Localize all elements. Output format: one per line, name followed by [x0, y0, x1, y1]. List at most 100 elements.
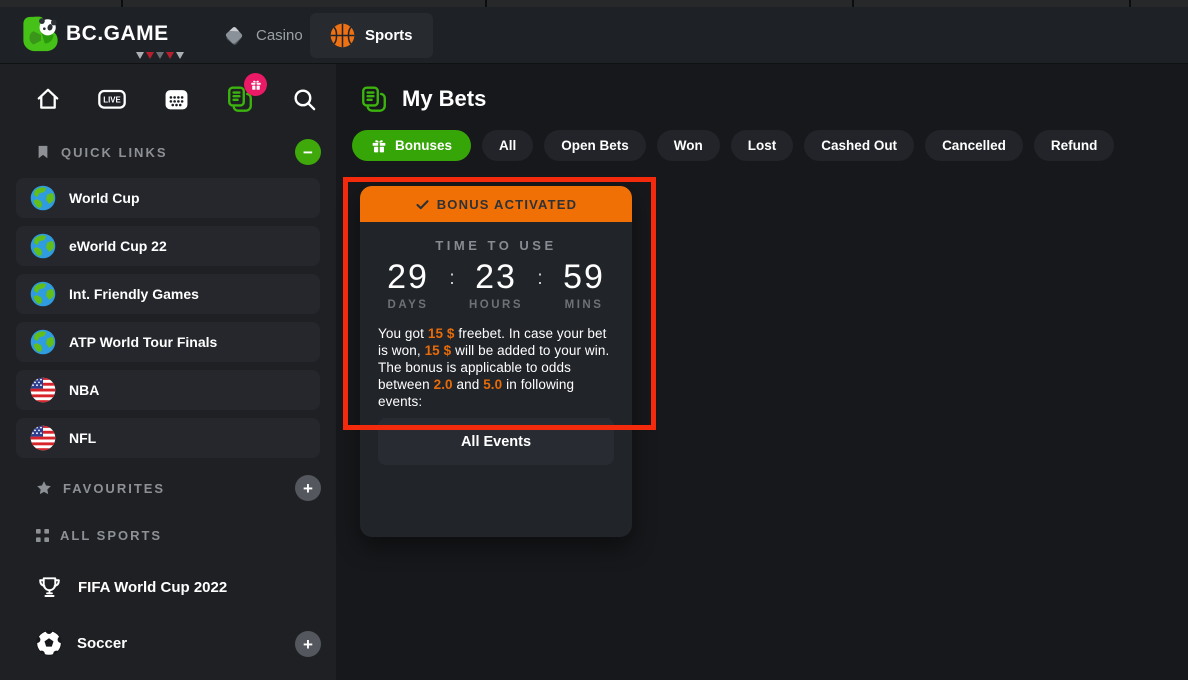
filter-won[interactable]: Won [657, 130, 720, 161]
filter-bonuses[interactable]: Bonuses [352, 130, 471, 161]
all-sports-header: ALL SPORTS [36, 528, 321, 543]
all-events-button[interactable]: All Events [378, 418, 614, 465]
sidebar-item-label: Soccer [77, 635, 127, 652]
tab-separator [1129, 0, 1131, 7]
filter-label: Won [674, 138, 703, 153]
quick-link-int-friendly-games[interactable]: Int. Friendly Games [16, 274, 320, 314]
quick-links-header: QUICK LINKS [36, 144, 321, 160]
brand-logo[interactable]: BC.GAME [20, 14, 169, 54]
filter-label: All [499, 138, 516, 153]
add-favourite-button[interactable]: + [295, 475, 321, 501]
live-icon[interactable]: LIVE [98, 82, 126, 116]
quick-link-nfl[interactable]: NFL [16, 418, 320, 458]
browser-tab-strip [0, 0, 1188, 7]
tab-sports-label: Sports [365, 27, 413, 44]
home-icon[interactable] [34, 82, 62, 116]
filter-cancelled[interactable]: Cancelled [925, 130, 1023, 161]
expand-soccer-button[interactable]: + [295, 631, 321, 657]
countdown-separator: : [443, 268, 461, 290]
sidebar-item-label: FIFA World Cup 2022 [78, 579, 227, 596]
tab-casino[interactable]: Casino [222, 7, 303, 64]
page-title: My Bets [402, 86, 486, 112]
my-bets-icon [360, 85, 388, 113]
countdown-mins-value: 59 [549, 260, 619, 296]
plus-icon: + [303, 636, 313, 653]
filter-open-bets[interactable]: Open Bets [544, 130, 646, 161]
quick-link-world-cup[interactable]: World Cup [16, 178, 320, 218]
quick-link-nba[interactable]: NBA [16, 370, 320, 410]
countdown-days: 29 DAYS [373, 260, 443, 311]
brand-name: BC.GAME [66, 22, 169, 46]
quick-links-list: World Cup eWorld Cup 22 Int. Friendly Ga… [16, 178, 320, 458]
bonus-description: You got 15 $ freebet. In case your bet i… [378, 325, 614, 410]
tab-separator [485, 0, 487, 7]
globe-icon [30, 281, 56, 307]
filter-lost[interactable]: Lost [731, 130, 794, 161]
globe-icon [30, 329, 56, 355]
bet-filter-chips: Bonuses All Open Bets Won Lost Cashed Ou… [352, 130, 1114, 161]
globe-icon [30, 185, 56, 211]
filter-label: Bonuses [395, 138, 452, 153]
my-bets-icon[interactable] [226, 82, 254, 116]
min-odds: 2.0 [434, 377, 453, 392]
bonus-status-banner: BONUS ACTIVATED [360, 186, 632, 222]
quick-link-label: NBA [69, 382, 99, 398]
tab-separator [852, 0, 854, 7]
virtual-games-icon[interactable] [162, 82, 190, 116]
quick-link-label: NFL [69, 430, 96, 446]
quick-link-label: eWorld Cup 22 [69, 238, 167, 254]
bonus-badge [244, 73, 267, 96]
countdown: 29 DAYS : 23 HOURS : 59 MINS [360, 260, 632, 311]
filter-refund[interactable]: Refund [1034, 130, 1115, 161]
time-to-use-label: TIME TO USE [360, 238, 632, 253]
quick-links-title: QUICK LINKS [61, 145, 168, 160]
bonus-status-label: BONUS ACTIVATED [437, 197, 578, 212]
quick-link-label: ATP World Tour Finals [69, 334, 217, 350]
all-sports-title: ALL SPORTS [60, 528, 162, 543]
plus-icon: + [303, 480, 313, 497]
us-flag-icon [30, 425, 56, 451]
countdown-mins: 59 MINS [549, 260, 619, 311]
bonus-card: BONUS ACTIVATED TIME TO USE 29 DAYS : 23… [360, 186, 632, 537]
all-events-label: All Events [461, 434, 531, 450]
filter-all[interactable]: All [482, 130, 533, 161]
countdown-hours-value: 23 [461, 260, 531, 296]
gift-icon [371, 138, 387, 154]
brand-flags-decoration [136, 52, 184, 59]
countdown-hours: 23 HOURS [461, 260, 531, 311]
minus-icon: − [303, 144, 313, 161]
brand-logo-icon [20, 14, 62, 54]
basketball-icon [330, 23, 355, 48]
casino-cards-icon [222, 24, 246, 48]
filter-label: Cashed Out [821, 138, 897, 153]
favourites-header: FAVOURITES [36, 480, 321, 496]
collapse-quick-links-button[interactable]: − [295, 139, 321, 165]
us-flag-icon [30, 377, 56, 403]
quick-link-eworld-cup[interactable]: eWorld Cup 22 [16, 226, 320, 266]
star-icon [36, 480, 52, 496]
freebet-amount: 15 $ [428, 326, 455, 341]
max-odds: 5.0 [483, 377, 502, 392]
quick-link-label: Int. Friendly Games [69, 286, 199, 302]
sidebar: LIVE [0, 64, 336, 680]
svg-text:LIVE: LIVE [103, 95, 120, 104]
countdown-hours-label: HOURS [461, 299, 531, 311]
countdown-days-label: DAYS [373, 299, 443, 311]
tab-separator [121, 0, 123, 7]
tab-sports[interactable]: Sports [310, 13, 433, 58]
filter-label: Refund [1051, 138, 1098, 153]
search-icon[interactable] [290, 82, 318, 116]
check-icon [415, 197, 430, 212]
soccer-ball-icon [36, 630, 62, 656]
top-navbar: BC.GAME Casino [0, 7, 1188, 64]
grid-icon [36, 529, 49, 542]
win-amount: 15 $ [425, 343, 452, 358]
sidebar-item-fifa-world-cup[interactable]: FIFA World Cup 2022 [36, 574, 227, 601]
countdown-mins-label: MINS [549, 299, 619, 311]
trophy-icon [36, 574, 63, 601]
quick-link-label: World Cup [69, 190, 140, 206]
filter-cashed-out[interactable]: Cashed Out [804, 130, 914, 161]
filter-label: Open Bets [561, 138, 629, 153]
sidebar-item-soccer[interactable]: Soccer [36, 630, 127, 656]
quick-link-atp-world-tour-finals[interactable]: ATP World Tour Finals [16, 322, 320, 362]
